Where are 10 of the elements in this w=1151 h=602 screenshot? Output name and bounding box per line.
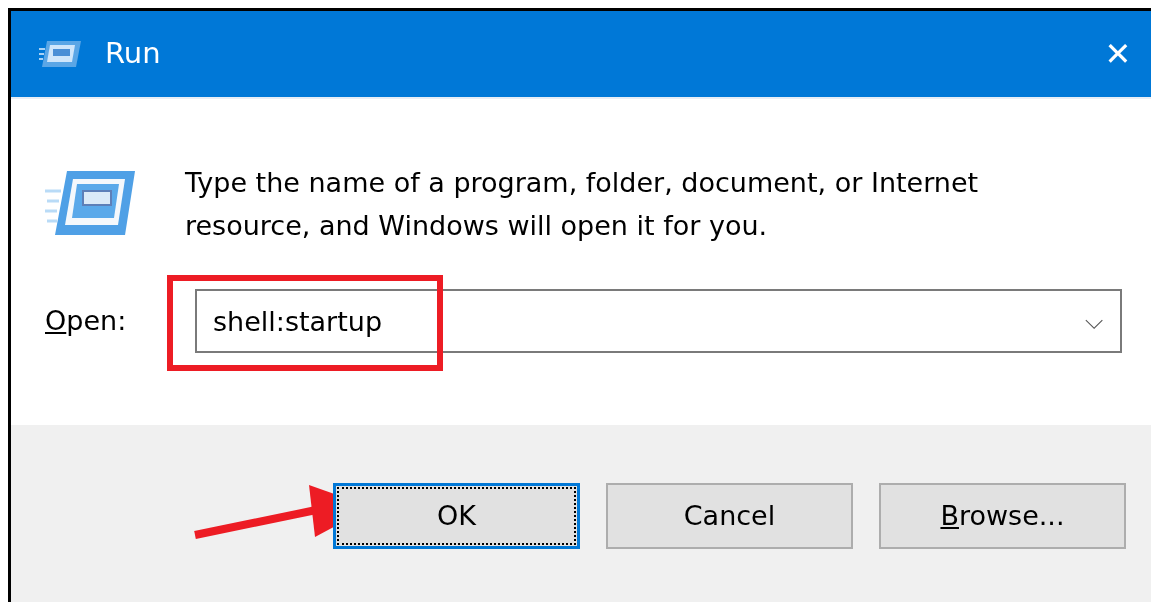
close-button[interactable]: ✕ — [1088, 29, 1148, 79]
window-title: Run — [105, 35, 161, 73]
dropdown-button[interactable]: ⌵ — [1074, 301, 1114, 341]
cancel-button[interactable]: Cancel — [606, 483, 853, 549]
browse-button[interactable]: Browse... — [879, 483, 1126, 549]
instruction-text: Type the name of a program, folder, document, or Internet resource, and Windows will open it for you. — [185, 166, 980, 243]
open-label: Open: — [45, 303, 128, 338]
ok-button[interactable]: OK — [333, 483, 580, 549]
run-icon — [45, 169, 137, 237]
run-icon — [39, 39, 83, 69]
